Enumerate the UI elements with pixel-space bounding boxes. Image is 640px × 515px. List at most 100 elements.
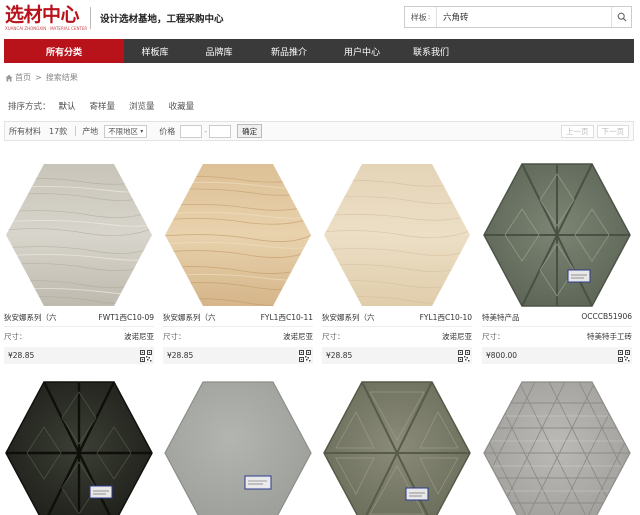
logo-divider <box>90 7 91 29</box>
product-price: ¥800.00 <box>486 351 518 360</box>
search-input[interactable] <box>437 7 611 27</box>
qr-code-icon[interactable] <box>140 349 152 362</box>
product-meta-row: 尺寸： 波诺尼亚 <box>322 331 472 342</box>
site-slogan: 设计选材基地，工程采购中心 <box>100 14 224 25</box>
prev-page-button[interactable]: 上一页 <box>561 125 594 138</box>
product-code: FWT1西C10-09 <box>98 313 154 322</box>
product-card[interactable] <box>163 378 313 515</box>
breadcrumb-separator: > <box>35 73 42 82</box>
product-title-row: 特美特产品 OCCCB51906 <box>482 312 632 323</box>
origin-label: 产地 <box>82 126 99 136</box>
sort-bar: 排序方式： 默认 寄样量 浏览量 收藏量 <box>8 100 208 112</box>
price-min-input[interactable] <box>180 124 203 138</box>
product-card[interactable] <box>322 378 472 515</box>
size-label: 尺寸： <box>4 332 27 341</box>
product-sticker <box>244 475 272 490</box>
sort-favorite-count[interactable]: 收藏量 <box>169 100 195 112</box>
product-image[interactable] <box>4 160 154 310</box>
product-name[interactable]: 狄安娜系列（六 <box>4 312 57 323</box>
size-label: 尺寸： <box>322 332 345 341</box>
chevron-down-icon: ▾ <box>140 127 144 135</box>
size-label: 尺寸： <box>163 332 186 341</box>
product-brand[interactable]: 波诺尼亚 <box>283 331 313 342</box>
sort-default[interactable]: 默认 <box>59 100 76 112</box>
search-button[interactable] <box>611 7 631 27</box>
product-image[interactable] <box>163 378 313 515</box>
sort-view-count[interactable]: 浏览量 <box>129 100 155 112</box>
product-name[interactable]: 特美特产品 <box>482 312 520 323</box>
product-sticker <box>405 487 429 501</box>
product-image[interactable] <box>322 378 472 515</box>
dropdown-colon: : <box>427 13 431 21</box>
logo-subtext: XUANCAI ZHONGXIN · MATERIAL CENTER <box>5 26 88 31</box>
product-card[interactable]: 狄安娜系列（六 FYL1西C10-10 尺寸： 波诺尼亚 ¥28.85 <box>322 160 472 364</box>
product-meta-row: 尺寸： 波诺尼亚 <box>4 331 154 342</box>
product-title-row: 狄安娜系列（六 FWT1西C10-09 <box>4 312 154 323</box>
product-title-row: 狄安娜系列（六 FYL1西C10-11 <box>163 312 313 323</box>
next-page-button[interactable]: 下一页 <box>596 125 629 138</box>
product-price-row: ¥28.85 <box>322 347 472 364</box>
product-meta-row: 尺寸： 波诺尼亚 <box>163 331 313 342</box>
product-image[interactable] <box>482 160 632 310</box>
product-price-row: ¥28.85 <box>163 347 313 364</box>
price-max-input[interactable] <box>209 124 232 138</box>
product-card[interactable] <box>482 378 632 515</box>
nav-all-categories[interactable]: 所有分类 <box>4 39 124 63</box>
search-category-select[interactable]: 样板: <box>405 7 437 27</box>
card-divider <box>322 326 472 327</box>
card-divider <box>4 326 154 327</box>
sort-sample-count[interactable]: 寄样量 <box>90 100 116 112</box>
product-image[interactable] <box>4 378 154 515</box>
nav-new-products[interactable]: 新品推介 <box>252 39 326 63</box>
product-title-row: 狄安娜系列（六 FYL1西C10-10 <box>322 312 472 323</box>
qr-code-icon[interactable] <box>618 349 630 362</box>
filter-all-materials[interactable]: 所有材料 <box>9 126 41 137</box>
nav-sample-library[interactable]: 样板库 <box>124 39 186 63</box>
product-price-row: ¥28.85 <box>4 347 154 364</box>
qr-code-icon[interactable] <box>458 349 470 362</box>
product-name[interactable]: 狄安娜系列（六 <box>322 312 375 323</box>
product-price-row: ¥800.00 <box>482 347 632 364</box>
product-card[interactable] <box>4 378 154 515</box>
product-image[interactable] <box>482 378 632 515</box>
card-divider <box>482 326 632 327</box>
product-meta-row: 尺寸： 特美特手工砖 <box>482 331 632 342</box>
search-box: 样板: <box>404 6 632 28</box>
site-header: 选材中心 XUANCAI ZHONGXIN · MATERIAL CENTER … <box>0 0 640 38</box>
price-label: 价格 <box>159 126 176 136</box>
filter-bar: 所有材料 17款 产地 不限地区 ▾ 价格 - 确定 上一页 下一页 <box>4 121 634 141</box>
size-label: 尺寸： <box>482 332 505 341</box>
result-count: 17款 <box>49 126 68 136</box>
nav-user-center[interactable]: 用户中心 <box>326 39 398 63</box>
price-dash: - <box>204 126 208 136</box>
price-confirm-button[interactable]: 确定 <box>237 124 263 138</box>
breadcrumb-current: 搜索结果 <box>45 73 78 82</box>
product-sticker <box>567 269 591 283</box>
product-price: ¥28.85 <box>8 351 35 360</box>
product-card[interactable]: 特美特产品 OCCCB51906 尺寸： 特美特手工砖 ¥800.00 <box>482 160 632 364</box>
search-icon <box>617 12 626 22</box>
product-price: ¥28.85 <box>326 351 353 360</box>
product-image[interactable] <box>322 160 472 310</box>
card-divider <box>163 326 313 327</box>
nav-brand-library[interactable]: 品牌库 <box>186 39 252 63</box>
product-image[interactable] <box>163 160 313 310</box>
product-brand[interactable]: 波诺尼亚 <box>442 331 472 342</box>
logo-text: 选材中心 <box>5 4 80 26</box>
qr-code-icon[interactable] <box>299 349 311 362</box>
main-nav: 所有分类 样板库 品牌库 新品推介 用户中心 联系我们 <box>4 39 634 63</box>
breadcrumb-home[interactable]: 首页 <box>15 72 31 83</box>
breadcrumb: 首页 > 搜索结果 <box>5 72 78 83</box>
product-card[interactable]: 狄安娜系列（六 FWT1西C10-09 尺寸： 波诺尼亚 ¥28.85 <box>4 160 154 364</box>
product-card[interactable]: 狄安娜系列（六 FYL1西C10-11 尺寸： 波诺尼亚 ¥28.85 <box>163 160 313 364</box>
filter-divider <box>75 126 77 136</box>
product-sticker <box>89 485 113 499</box>
region-select[interactable]: 不限地区 ▾ <box>104 124 148 138</box>
product-brand[interactable]: 特美特手工砖 <box>587 331 632 342</box>
site-logo[interactable]: 选材中心 XUANCAI ZHONGXIN · MATERIAL CENTER <box>5 4 87 34</box>
product-code: OCCCB51906 <box>581 312 632 321</box>
product-brand[interactable]: 波诺尼亚 <box>124 331 154 342</box>
product-name[interactable]: 狄安娜系列（六 <box>163 312 216 323</box>
sort-label: 排序方式： <box>8 102 51 112</box>
nav-contact-us[interactable]: 联系我们 <box>398 39 464 63</box>
